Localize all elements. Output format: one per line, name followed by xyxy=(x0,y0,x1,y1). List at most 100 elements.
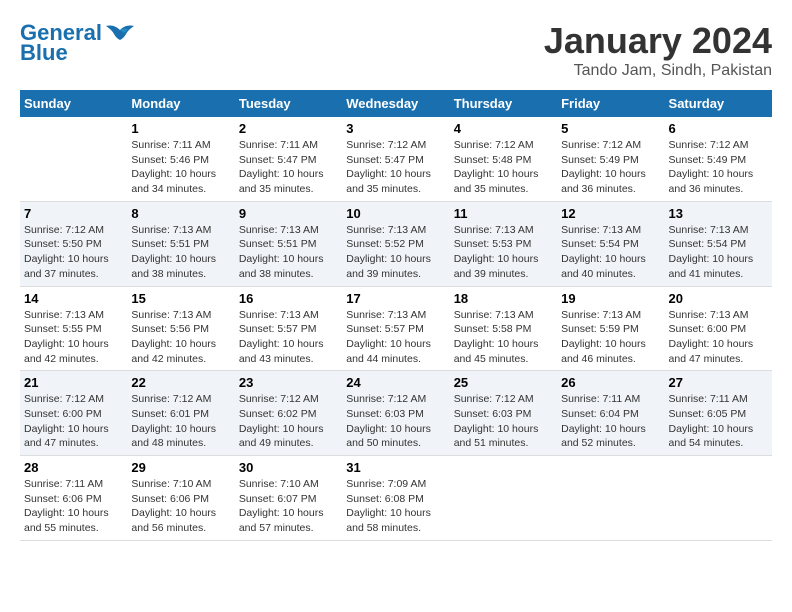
day-cell-2: 2 Sunrise: 7:11 AM Sunset: 5:47 PM Daylig… xyxy=(235,117,342,201)
day-number: 20 xyxy=(669,291,768,306)
header-row: SundayMondayTuesdayWednesdayThursdayFrid… xyxy=(20,90,772,117)
day-info: Sunrise: 7:12 AM Sunset: 5:47 PM Dayligh… xyxy=(346,138,445,197)
day-cell-25: 25Sunrise: 7:12 AM Sunset: 6:03 PM Dayli… xyxy=(450,371,557,456)
day-info: Sunrise: 7:13 AM Sunset: 5:56 PM Dayligh… xyxy=(131,308,230,367)
day-cell-16: 16Sunrise: 7:13 AM Sunset: 5:57 PM Dayli… xyxy=(235,286,342,371)
day-cell-30: 30Sunrise: 7:10 AM Sunset: 6:07 PM Dayli… xyxy=(235,456,342,541)
column-header-wednesday: Wednesday xyxy=(342,90,449,117)
day-cell-21: 21 Sunrise: 7:12 AM Sunset: 6:00 PM Dayli… xyxy=(20,371,127,456)
day-number: 26 xyxy=(561,375,660,390)
day-info: Sunrise: 7:13 AM Sunset: 6:00 PM Dayligh… xyxy=(669,308,768,367)
day-cell-14: 14Sunrise: 7:13 AM Sunset: 5:55 PM Dayli… xyxy=(20,286,127,371)
column-header-thursday: Thursday xyxy=(450,90,557,117)
day-info: Sunrise: 7:12 AM Sunset: 6:00 PM Dayligh… xyxy=(24,392,123,451)
day-info: Sunrise: 7:12 AM Sunset: 6:01 PM Dayligh… xyxy=(131,392,230,451)
calendar-table: SundayMondayTuesdayWednesdayThursdayFrid… xyxy=(20,90,772,541)
day-cell-5: 5 Sunrise: 7:12 AM Sunset: 5:49 PM Daylig… xyxy=(557,117,664,201)
day-info: Sunrise: 7:11 AM Sunset: 6:06 PM Dayligh… xyxy=(24,477,123,536)
day-info: Sunrise: 7:11 AM Sunset: 5:47 PM Dayligh… xyxy=(239,138,338,197)
day-cell-10: 10 Sunrise: 7:13 AM Sunset: 5:52 PM Dayli… xyxy=(342,201,449,286)
day-number: 9 xyxy=(239,206,338,221)
day-cell-3: 3 Sunrise: 7:12 AM Sunset: 5:47 PM Daylig… xyxy=(342,117,449,201)
day-info: Sunrise: 7:12 AM Sunset: 6:03 PM Dayligh… xyxy=(346,392,445,451)
column-header-sunday: Sunday xyxy=(20,90,127,117)
empty-cell xyxy=(665,456,772,541)
day-info: Sunrise: 7:10 AM Sunset: 6:07 PM Dayligh… xyxy=(239,477,338,536)
day-cell-17: 17 Sunrise: 7:13 AM Sunset: 5:57 PM Dayli… xyxy=(342,286,449,371)
day-number: 10 xyxy=(346,206,445,221)
day-cell-18: 18 Sunrise: 7:13 AM Sunset: 5:58 PM Dayli… xyxy=(450,286,557,371)
day-cell-27: 27 Sunrise: 7:11 AM Sunset: 6:05 PM Dayli… xyxy=(665,371,772,456)
day-info: Sunrise: 7:12 AM Sunset: 6:03 PM Dayligh… xyxy=(454,392,553,451)
day-number: 29 xyxy=(131,460,230,475)
day-cell-6: 6Sunrise: 7:12 AM Sunset: 5:49 PM Daylig… xyxy=(665,117,772,201)
day-cell-4: 4 Sunrise: 7:12 AM Sunset: 5:48 PM Daylig… xyxy=(450,117,557,201)
empty-cell xyxy=(450,456,557,541)
day-number: 22 xyxy=(131,375,230,390)
day-cell-24: 24 Sunrise: 7:12 AM Sunset: 6:03 PM Dayli… xyxy=(342,371,449,456)
week-row-1: 1Sunrise: 7:11 AM Sunset: 5:46 PM Daylig… xyxy=(20,117,772,201)
empty-cell xyxy=(557,456,664,541)
week-row-4: 21 Sunrise: 7:12 AM Sunset: 6:00 PM Dayli… xyxy=(20,371,772,456)
column-header-tuesday: Tuesday xyxy=(235,90,342,117)
day-info: Sunrise: 7:13 AM Sunset: 5:53 PM Dayligh… xyxy=(454,223,553,282)
day-info: Sunrise: 7:13 AM Sunset: 5:54 PM Dayligh… xyxy=(561,223,660,282)
day-number: 27 xyxy=(669,375,768,390)
logo: General Blue xyxy=(20,20,134,66)
day-cell-29: 29 Sunrise: 7:10 AM Sunset: 6:06 PM Dayli… xyxy=(127,456,234,541)
day-number: 21 xyxy=(24,375,123,390)
day-number: 23 xyxy=(239,375,338,390)
day-number: 24 xyxy=(346,375,445,390)
day-number: 11 xyxy=(454,206,553,221)
day-info: Sunrise: 7:12 AM Sunset: 5:49 PM Dayligh… xyxy=(561,138,660,197)
day-info: Sunrise: 7:12 AM Sunset: 6:02 PM Dayligh… xyxy=(239,392,338,451)
day-number: 31 xyxy=(346,460,445,475)
day-number: 8 xyxy=(131,206,230,221)
day-number: 5 xyxy=(561,121,660,136)
day-info: Sunrise: 7:11 AM Sunset: 6:05 PM Dayligh… xyxy=(669,392,768,451)
day-cell-26: 26 Sunrise: 7:11 AM Sunset: 6:04 PM Dayli… xyxy=(557,371,664,456)
empty-cell xyxy=(20,117,127,201)
week-row-5: 28 Sunrise: 7:11 AM Sunset: 6:06 PM Dayli… xyxy=(20,456,772,541)
day-number: 19 xyxy=(561,291,660,306)
day-cell-7: 7Sunrise: 7:12 AM Sunset: 5:50 PM Daylig… xyxy=(20,201,127,286)
day-number: 15 xyxy=(131,291,230,306)
day-number: 13 xyxy=(669,206,768,221)
header: General Blue January 2024 Tando Jam, Sin… xyxy=(20,20,772,80)
day-cell-20: 20 Sunrise: 7:13 AM Sunset: 6:00 PM Dayli… xyxy=(665,286,772,371)
day-info: Sunrise: 7:13 AM Sunset: 5:55 PM Dayligh… xyxy=(24,308,123,367)
day-number: 18 xyxy=(454,291,553,306)
logo-blue: Blue xyxy=(20,40,68,66)
day-cell-12: 12Sunrise: 7:13 AM Sunset: 5:54 PM Dayli… xyxy=(557,201,664,286)
day-cell-8: 8Sunrise: 7:13 AM Sunset: 5:51 PM Daylig… xyxy=(127,201,234,286)
day-number: 17 xyxy=(346,291,445,306)
day-cell-23: 23 Sunrise: 7:12 AM Sunset: 6:02 PM Dayli… xyxy=(235,371,342,456)
day-number: 28 xyxy=(24,460,123,475)
day-number: 1 xyxy=(131,121,230,136)
day-info: Sunrise: 7:10 AM Sunset: 6:06 PM Dayligh… xyxy=(131,477,230,536)
day-info: Sunrise: 7:13 AM Sunset: 5:57 PM Dayligh… xyxy=(239,308,338,367)
day-info: Sunrise: 7:11 AM Sunset: 6:04 PM Dayligh… xyxy=(561,392,660,451)
day-cell-22: 22 Sunrise: 7:12 AM Sunset: 6:01 PM Dayli… xyxy=(127,371,234,456)
month-title: January 2024 xyxy=(544,20,772,62)
day-info: Sunrise: 7:09 AM Sunset: 6:08 PM Dayligh… xyxy=(346,477,445,536)
day-cell-15: 15 Sunrise: 7:13 AM Sunset: 5:56 PM Dayli… xyxy=(127,286,234,371)
day-number: 3 xyxy=(346,121,445,136)
column-header-friday: Friday xyxy=(557,90,664,117)
day-cell-11: 11 Sunrise: 7:13 AM Sunset: 5:53 PM Dayli… xyxy=(450,201,557,286)
day-info: Sunrise: 7:13 AM Sunset: 5:52 PM Dayligh… xyxy=(346,223,445,282)
day-info: Sunrise: 7:12 AM Sunset: 5:48 PM Dayligh… xyxy=(454,138,553,197)
day-cell-1: 1Sunrise: 7:11 AM Sunset: 5:46 PM Daylig… xyxy=(127,117,234,201)
day-info: Sunrise: 7:13 AM Sunset: 5:54 PM Dayligh… xyxy=(669,223,768,282)
day-number: 4 xyxy=(454,121,553,136)
day-info: Sunrise: 7:13 AM Sunset: 5:58 PM Dayligh… xyxy=(454,308,553,367)
day-number: 7 xyxy=(24,206,123,221)
day-cell-13: 13 Sunrise: 7:13 AM Sunset: 5:54 PM Dayli… xyxy=(665,201,772,286)
day-info: Sunrise: 7:13 AM Sunset: 5:59 PM Dayligh… xyxy=(561,308,660,367)
day-cell-31: 31 Sunrise: 7:09 AM Sunset: 6:08 PM Dayli… xyxy=(342,456,449,541)
day-cell-28: 28 Sunrise: 7:11 AM Sunset: 6:06 PM Dayli… xyxy=(20,456,127,541)
day-number: 2 xyxy=(239,121,338,136)
day-info: Sunrise: 7:13 AM Sunset: 5:57 PM Dayligh… xyxy=(346,308,445,367)
day-number: 6 xyxy=(669,121,768,136)
title-section: January 2024 Tando Jam, Sindh, Pakistan xyxy=(544,20,772,80)
